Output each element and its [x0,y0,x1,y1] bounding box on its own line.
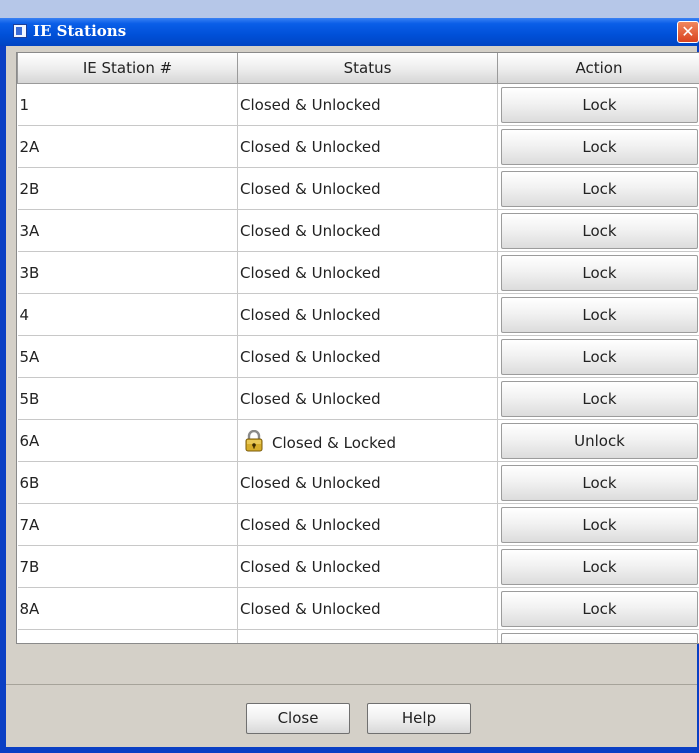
table-row[interactable]: 7B Closed & Unlocked Lock [17,545,699,588]
action-cell: Lock [497,335,699,378]
action-cell: Lock [497,293,699,336]
status-cell: Closed & Unlocked [237,251,498,294]
status-cell: Closed & Unlocked [237,461,498,504]
station-number-cell: 3B [17,251,238,294]
action-cell: Lock [497,251,699,294]
status-text: Closed & Unlocked [240,473,381,492]
ie-stations-dialog: IE Stations ✕ IE Station # Status Action… [0,0,699,753]
station-number-cell: 6B [17,461,238,504]
action-cell: Lock [497,167,699,210]
column-header-action[interactable]: Action [497,53,699,84]
action-cell: Lock [497,587,699,630]
status-text: Closed & Unlocked [240,95,381,114]
status-cell: Closed & Unlocked [237,335,498,378]
status-text: Closed & Unlocked [240,557,381,576]
station-number-cell: 4 [17,293,238,336]
close-window-button[interactable]: ✕ [677,21,699,43]
lock-button[interactable]: Lock [501,296,698,333]
station-number-cell: 2B [17,167,238,210]
station-number-cell: 7B [17,545,238,588]
status-cell: Closed & Unlocked [237,167,498,210]
status-text: Closed & Unlocked [240,263,381,282]
window-title: IE Stations [33,22,127,40]
footer-divider [6,684,697,685]
station-number-cell: 7A [17,503,238,546]
table-row[interactable]: 7A Closed & Unlocked Lock [17,503,699,546]
lock-button[interactable]: Lock [501,338,698,375]
action-cell: Unlock [497,419,699,462]
station-number-cell: 5A [17,335,238,378]
table-row[interactable]: 3B Closed & Unlocked Lock [17,251,699,294]
lock-button[interactable]: Lock [501,464,698,501]
action-cell: Lock [497,377,699,420]
lock-button[interactable]: Lock [501,506,698,543]
unlock-button[interactable]: Unlock [501,422,698,459]
action-cell: Lock [497,209,699,252]
action-cell: Lock [497,545,699,588]
column-header-status[interactable]: Status [237,53,498,84]
status-cell: Closed & Unlocked [237,587,498,630]
station-number-cell: 3A [17,209,238,252]
status-text: Closed & Unlocked [240,221,381,240]
station-number-cell: 8A [17,587,238,630]
action-cell: Lock [497,125,699,168]
status-cell: Closed & Unlocked [237,83,498,126]
stations-table-container: IE Station # Status Action 1 Closed & Unl… [16,52,699,644]
stations-table: IE Station # Status Action 1 Closed & Unl… [17,53,699,644]
station-number-cell: 6A [17,419,238,462]
status-text: Closed & Unlocked [240,347,381,366]
action-cell: Lock [497,461,699,504]
lock-button[interactable]: Lock [501,86,698,123]
station-number-cell: 8B [17,629,238,643]
lock-button[interactable]: Lock [501,212,698,249]
lock-button[interactable]: Lock [501,548,698,585]
table-row[interactable]: 8BClosed & Unlocked Lock [17,629,699,644]
status-text: Closed & Unlocked [240,137,381,156]
status-cell: Closed & Unlocked [237,503,498,546]
table-row[interactable]: 5A Closed & Unlocked Lock [17,335,699,378]
table-row[interactable]: 2A Closed & Unlocked Lock [17,125,699,168]
close-button[interactable]: Close [246,703,350,734]
table-row[interactable]: 1 Closed & Unlocked Lock [17,83,699,126]
title-bar[interactable]: IE Stations ✕ [0,0,699,46]
status-cell: Closed & Unlocked [237,125,498,168]
table-row[interactable]: 2B Closed & Unlocked Lock [17,167,699,210]
action-cell: Lock [497,83,699,126]
action-cell: Lock [497,503,699,546]
lock-button[interactable]: Lock [501,380,698,417]
status-cell: Closed & Unlocked [237,545,498,588]
app-icon [13,24,27,38]
status-text: Closed & Unlocked [240,642,381,644]
status-text: Closed & Unlocked [240,515,381,534]
table-row[interactable]: 5B Closed & Unlocked Lock [17,377,699,420]
action-cell: Lock [497,629,699,643]
lock-button[interactable]: Lock [501,632,698,643]
status-text: Closed & Unlocked [240,599,381,618]
status-text: Closed & Unlocked [240,305,381,324]
station-number-cell: 5B [17,377,238,420]
table-row[interactable]: 8A Closed & Unlocked Lock [17,587,699,630]
status-cell: Closed & Unlocked [237,629,498,644]
station-number-cell: 2A [17,125,238,168]
status-cell: Closed & Locked [237,419,498,462]
status-text: Closed & Locked [272,433,397,452]
status-cell: Closed & Unlocked [237,293,498,336]
help-button[interactable]: Help [367,703,471,734]
padlock-icon [245,429,263,451]
lock-button[interactable]: Lock [501,590,698,627]
lock-button[interactable]: Lock [501,170,698,207]
table-row[interactable]: 6A Closed & Locked Unlock [17,419,699,462]
status-text: Closed & Unlocked [240,389,381,408]
table-row[interactable]: 6B Closed & Unlocked Lock [17,461,699,504]
status-cell: Closed & Unlocked [237,209,498,252]
table-header-row: IE Station # Status Action [17,53,699,84]
station-number-cell: 1 [17,83,238,126]
lock-button[interactable]: Lock [501,254,698,291]
lock-button[interactable]: Lock [501,128,698,165]
column-header-station[interactable]: IE Station # [17,53,238,84]
table-row[interactable]: 3A Closed & Unlocked Lock [17,209,699,252]
status-cell: Closed & Unlocked [237,377,498,420]
status-text: Closed & Unlocked [240,179,381,198]
table-row[interactable]: 4 Closed & Unlocked Lock [17,293,699,336]
